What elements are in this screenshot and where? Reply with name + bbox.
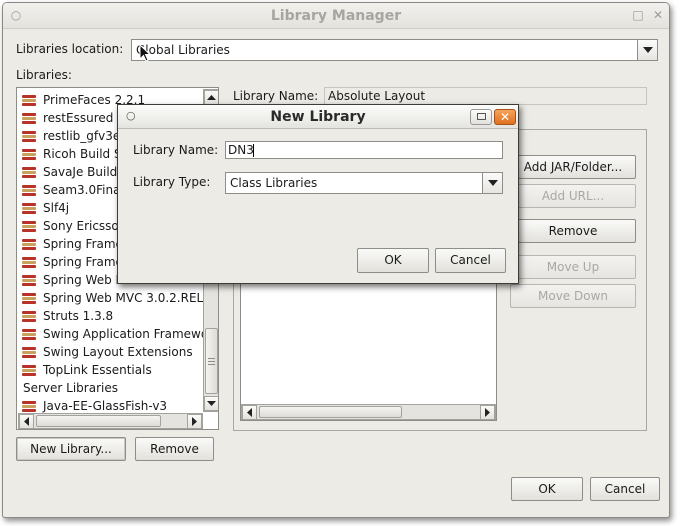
library-books-icon <box>21 149 37 161</box>
library-item-label: Ricoh Build S <box>43 147 122 161</box>
libraries-location-select[interactable]: Global Libraries <box>131 39 658 61</box>
dialog-ok-button[interactable]: OK <box>357 248 429 273</box>
library-books-icon <box>21 167 37 179</box>
libraries-label: Libraries: <box>16 68 72 82</box>
library-books-icon <box>21 113 37 125</box>
library-type-select[interactable]: Class Libraries <box>225 172 503 194</box>
new-library-button[interactable]: New Library... <box>16 437 126 461</box>
library-item-label: restEssured <box>43 111 114 125</box>
maximize-icon[interactable]: □ <box>631 8 645 22</box>
hscroll-thumb[interactable] <box>259 406 402 418</box>
scroll-right-button[interactable] <box>187 414 202 429</box>
dialog-titlebar[interactable]: ○ New Library ✕ <box>118 105 518 129</box>
dialog-maximize-icon[interactable] <box>470 109 492 125</box>
arrow-right-icon <box>485 408 490 417</box>
scroll-left-button[interactable] <box>242 405 257 420</box>
arrow-left-icon <box>24 417 29 426</box>
library-item-label: Spring Frame <box>43 237 123 251</box>
hscroll-thumb[interactable] <box>36 415 161 427</box>
library-name-input-value: DN3 <box>228 143 254 157</box>
library-item-label: Spring Web M <box>43 273 126 287</box>
close-icon[interactable]: ✕ <box>651 8 665 22</box>
text-caret <box>253 144 254 157</box>
chevron-down-icon[interactable] <box>482 173 502 193</box>
scroll-down-button[interactable] <box>204 396 218 411</box>
library-books-icon <box>21 347 37 359</box>
remove-jar-button[interactable]: Remove <box>510 219 636 243</box>
library-type-value: Class Libraries <box>230 176 318 190</box>
library-item-label: Spring Web MVC 3.0.2.RELEA <box>43 291 219 305</box>
cancel-button[interactable]: Cancel <box>590 477 660 501</box>
arrow-right-icon <box>192 417 197 426</box>
move-down-button[interactable]: Move Down <box>510 284 636 308</box>
library-name-label: Library Name: <box>233 89 319 103</box>
library-item-label: Swing Layout Extensions <box>43 345 193 359</box>
library-item-label: Sony Ericsso <box>43 219 119 233</box>
dialog-title: New Library <box>270 109 366 125</box>
library-books-icon <box>21 185 37 197</box>
dialog-close-icon[interactable]: ✕ <box>494 109 516 125</box>
dialog-library-name-label: Library Name: <box>133 143 219 157</box>
library-name-field: Absolute Layout <box>324 87 647 105</box>
library-item-label: Slf4j <box>43 201 70 215</box>
scroll-left-button[interactable] <box>19 414 34 429</box>
library-books-icon <box>21 221 37 233</box>
scroll-up-button[interactable] <box>204 90 218 105</box>
library-books-icon <box>21 203 37 215</box>
classpath-hscrollbar[interactable] <box>241 404 496 420</box>
library-books-icon <box>21 239 37 251</box>
classpath-list[interactable] <box>240 283 497 421</box>
dialog-library-type-label: Library Type: <box>133 175 211 189</box>
library-item-label: Seam3.0Fina <box>43 183 121 197</box>
library-books-icon <box>21 365 37 377</box>
library-books-icon <box>21 257 37 269</box>
scroll-right-button[interactable] <box>480 405 495 420</box>
library-name-value: Absolute Layout <box>328 89 426 103</box>
libraries-hscrollbar[interactable] <box>18 413 203 429</box>
server-libraries-label: Server Libraries <box>23 381 118 395</box>
remove-library-button[interactable]: Remove <box>135 437 214 461</box>
dialog-cancel-button[interactable]: Cancel <box>435 248 506 273</box>
window-title: Library Manager <box>270 8 402 24</box>
library-books-icon <box>21 311 37 323</box>
library-name-input[interactable]: DN3 <box>225 141 503 159</box>
mouse-cursor-icon <box>139 44 152 62</box>
move-up-button[interactable]: Move Up <box>510 255 636 279</box>
arrow-down-icon <box>207 401 216 406</box>
new-library-dialog: ○ New Library ✕ Library Name: DN3 Librar… <box>117 104 519 284</box>
library-item-label: restlib_gfv3ee <box>43 129 128 143</box>
add-url-button[interactable]: Add URL... <box>510 184 636 208</box>
vscroll-thumb[interactable] <box>205 328 218 394</box>
library-item-label: SavaJe Build <box>43 165 118 179</box>
library-books-icon <box>21 293 37 305</box>
library-item-label: Struts 1.3.8 <box>43 309 114 323</box>
library-books-icon <box>21 329 37 341</box>
add-jar-folder-button[interactable]: Add JAR/Folder... <box>510 155 636 179</box>
library-item-label: Java-EE-GlassFish-v3 <box>43 399 168 413</box>
window-titlebar[interactable]: ○ Library Manager □ ✕ <box>3 3 669 29</box>
library-books-icon <box>21 401 37 413</box>
library-books-icon <box>21 95 37 107</box>
arrow-left-icon <box>247 408 252 417</box>
library-books-icon <box>21 131 37 143</box>
libraries-location-label: Libraries location: <box>16 42 124 56</box>
arrow-up-icon <box>207 95 216 100</box>
library-item-label: TopLink Essentials <box>43 363 152 377</box>
library-item-label: Spring Frame <box>43 255 123 269</box>
chevron-down-icon[interactable] <box>637 40 657 60</box>
ok-button[interactable]: OK <box>511 477 583 501</box>
library-books-icon <box>21 275 37 287</box>
library-item-label: Swing Application Framewor <box>43 327 214 341</box>
